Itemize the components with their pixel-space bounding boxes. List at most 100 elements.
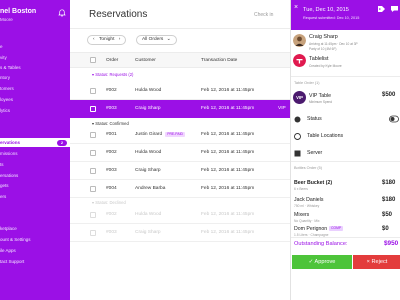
table-row[interactable]: #004 Andrew Barba Feb 12, 2016 at 11:45p… bbox=[70, 180, 290, 198]
column-header-transaction-date[interactable]: Transaction Date bbox=[201, 58, 237, 63]
transaction-date: Feb 12, 2016 at 11:45pm bbox=[201, 88, 255, 93]
sidebar-item-analytics[interactable]: lytics bbox=[0, 108, 10, 113]
avatar bbox=[293, 34, 306, 47]
bottle-name: Jack Daniels bbox=[294, 197, 324, 203]
divider bbox=[70, 28, 290, 29]
row-checkbox[interactable] bbox=[90, 106, 96, 112]
request-submitted-text: Request submitted: Dec 10, 2015 bbox=[303, 16, 360, 20]
approve-button[interactable]: ✓ Approve bbox=[292, 255, 352, 269]
bottle-price: $0 bbox=[382, 226, 389, 232]
bottle-price: $180 bbox=[382, 197, 396, 203]
transaction-date: Feb 12, 2016 at 11:45pm bbox=[201, 230, 255, 235]
table-row[interactable]: #002 Hulda Wood Feb 12, 2016 at 11:45pm bbox=[70, 82, 290, 100]
table-row[interactable]: #002 Hulda Wood Feb 12, 2016 at 11:45pm bbox=[70, 206, 290, 224]
chevron-right-icon[interactable]: › bbox=[119, 37, 121, 42]
row-checkbox[interactable] bbox=[90, 150, 96, 156]
sidebar-item-inventory[interactable]: ntory bbox=[0, 75, 10, 80]
chevron-down-icon: ▾ bbox=[92, 72, 95, 77]
customer-arrival-info: Arriving at 11:45pm · Dec 10 at 3P bbox=[309, 42, 358, 46]
server-label[interactable]: Server bbox=[307, 150, 322, 156]
bottle-detail: No Quantity · Mix bbox=[294, 219, 320, 223]
main-content: Reservations Check in ‹ Tonight › All Or… bbox=[70, 0, 290, 300]
vip-table-name: VIP Table bbox=[309, 93, 332, 99]
sidebar-item-events[interactable]: ts bbox=[0, 162, 4, 167]
check-in-tab[interactable]: Check in bbox=[254, 12, 273, 18]
chevron-down-icon: ▾ bbox=[92, 200, 95, 205]
sidebar-item-reservations[interactable]: ervations 2 bbox=[0, 138, 70, 147]
reservations-count-badge: 2 bbox=[57, 139, 67, 146]
bottles-order-label: Bottles Order (5) bbox=[294, 166, 323, 170]
toggle-icon[interactable] bbox=[389, 115, 399, 123]
row-checkbox[interactable] bbox=[90, 132, 96, 138]
sidebar-item-contact-support[interactable]: tact Support bbox=[0, 259, 24, 264]
chat-icon[interactable] bbox=[390, 5, 399, 13]
reservation-detail-panel: × Tue, Dec 10, 2015 Request submitted: D… bbox=[290, 0, 400, 300]
transaction-date: Feb 12, 2016 at 11:45pm bbox=[201, 150, 255, 155]
orders-filter-dropdown[interactable]: All Orders ⌄ bbox=[136, 35, 177, 45]
table-row[interactable]: #003 Craig Sharp Feb 12, 2016 at 11:45pm bbox=[70, 224, 290, 242]
venue-user: Moore bbox=[0, 17, 13, 22]
date-filter[interactable]: ‹ Tonight › bbox=[87, 35, 127, 45]
bottle-name-text: Dom Perignon bbox=[294, 226, 328, 232]
panel-header: × Tue, Dec 10, 2015 Request submitted: D… bbox=[291, 0, 400, 30]
bottle-price: $50 bbox=[382, 212, 393, 218]
order-number: #002 bbox=[106, 212, 117, 217]
bottle-detail: 750 ml · Whiskey bbox=[294, 204, 320, 208]
divider bbox=[291, 237, 400, 238]
sidebar-item-customers[interactable]: tomers bbox=[0, 86, 14, 91]
sidebar-item-users[interactable]: ers bbox=[0, 194, 6, 199]
customer-name: Craig Sharp bbox=[135, 106, 161, 111]
reject-label: Reject bbox=[371, 259, 388, 265]
column-header-customer[interactable]: Customer bbox=[135, 58, 156, 63]
divider bbox=[291, 76, 400, 77]
created-by-text: Created by Kyle Moore bbox=[309, 64, 342, 68]
vip-badge: VIP bbox=[293, 91, 306, 104]
table-row[interactable]: #003 Craig Sharp Feb 12, 2016 at 11:45pm bbox=[70, 162, 290, 180]
status-label[interactable]: Status bbox=[307, 116, 322, 122]
section-status-declined[interactable]: ▾ Status: Declined bbox=[92, 200, 126, 205]
sidebar-item-widgets[interactable]: gets bbox=[0, 183, 9, 188]
section-status-requests[interactable]: ▾ Status: Requests (2) bbox=[92, 72, 133, 77]
order-number: #003 bbox=[106, 168, 117, 173]
column-header-order[interactable]: Order bbox=[106, 58, 118, 63]
row-checkbox[interactable] bbox=[90, 186, 96, 192]
sidebar-item-employees[interactable]: loyees bbox=[0, 97, 13, 102]
sidebar-item-commissions[interactable]: missions bbox=[0, 151, 18, 156]
venue-name[interactable]: nel Boston bbox=[0, 8, 36, 15]
sidebar-item-account-settings[interactable]: ount & Settings bbox=[0, 237, 31, 242]
row-checkbox[interactable] bbox=[90, 212, 96, 218]
order-number: #002 bbox=[106, 88, 117, 93]
reject-button[interactable]: × Reject bbox=[353, 255, 400, 269]
sidebar-item-conversations[interactable]: ersations bbox=[0, 173, 18, 178]
table-row[interactable]: #002 Hulda Wood Feb 12, 2016 at 11:45pm bbox=[70, 144, 290, 162]
sidebar-item-marketplace[interactable]: ketplace bbox=[0, 226, 17, 231]
table-order-label: Table Order (1) bbox=[294, 81, 320, 85]
sidebar-item-activity[interactable]: vity bbox=[0, 55, 7, 60]
sidebar-item-home[interactable]: e bbox=[0, 44, 3, 49]
row-checkbox[interactable] bbox=[90, 88, 96, 94]
select-all-checkbox[interactable] bbox=[90, 57, 96, 63]
row-checkbox[interactable] bbox=[90, 168, 96, 174]
order-number: #004 bbox=[106, 186, 117, 191]
table-location-icon bbox=[294, 133, 301, 140]
creator-name: Tablelist bbox=[309, 56, 329, 62]
customer-name: Justin Girard PRE-PAID bbox=[135, 132, 185, 137]
bottle-detail: 6 x Beers bbox=[294, 187, 308, 191]
sidebar-item-mobile-apps[interactable]: ile Apps bbox=[0, 248, 16, 253]
bell-icon[interactable] bbox=[58, 9, 66, 17]
row-checkbox[interactable] bbox=[90, 230, 96, 236]
table-row-selected[interactable]: #003 Craig Sharp Feb 12, 2016 at 11:45pm… bbox=[70, 100, 290, 118]
tag-icon[interactable] bbox=[377, 5, 386, 13]
vip-price: $500 bbox=[382, 92, 396, 98]
close-icon[interactable]: × bbox=[294, 4, 298, 11]
chevron-left-icon[interactable]: ‹ bbox=[93, 37, 95, 42]
sidebar-item-label: ervations bbox=[0, 140, 21, 145]
vip-minimum-spend: Minimum Spend bbox=[309, 100, 333, 104]
section-label: Status: Declined bbox=[95, 200, 126, 205]
divider bbox=[291, 161, 400, 162]
sidebar-item-tables[interactable]: s & Tables bbox=[0, 65, 21, 70]
table-locations-label[interactable]: Table Locations bbox=[307, 133, 343, 139]
customer-name: Craig Sharp bbox=[309, 34, 338, 40]
transaction-date: Feb 12, 2016 at 11:45pm bbox=[201, 186, 255, 191]
table-row[interactable]: #001 Justin Girard PRE-PAID Feb 12, 2016 … bbox=[70, 126, 290, 144]
